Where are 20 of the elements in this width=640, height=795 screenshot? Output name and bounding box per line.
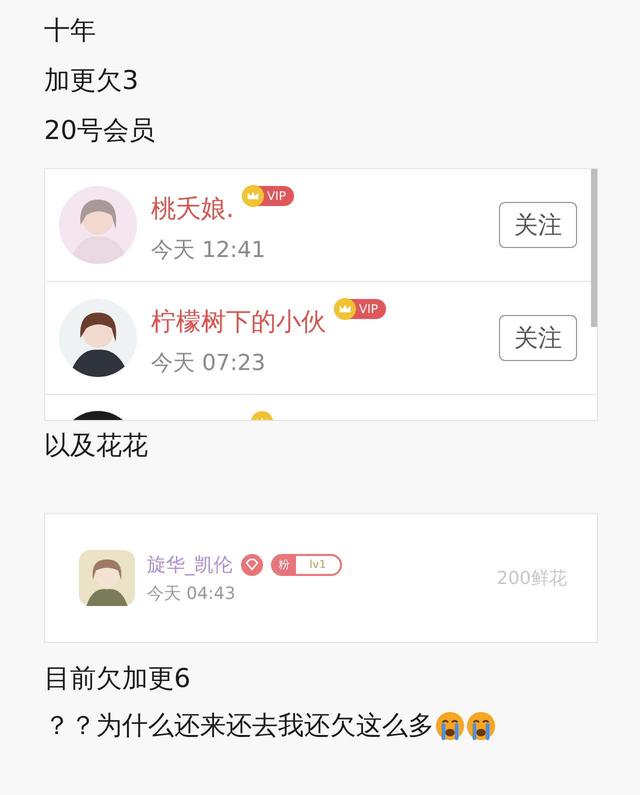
vip-badge: VIP	[334, 298, 386, 318]
post-text: ？？为什么还来还去我还欠这么多	[44, 710, 434, 743]
user-name[interactable]: 旋华_凯伦	[147, 552, 232, 578]
crying-face-icon	[435, 711, 465, 741]
user-name[interactable]: 柠檬树下的小伙	[151, 304, 326, 338]
post-text: 目前欠加更6	[44, 663, 192, 696]
scrollbar[interactable]	[591, 169, 597, 327]
timestamp: 今天 04:43	[147, 582, 236, 604]
post-text: 20号会员	[44, 115, 156, 148]
vip-badge: VIP	[242, 186, 294, 206]
post-text: 加更欠3	[44, 65, 140, 98]
post-text: 十年	[44, 15, 97, 48]
fan-level-badge: 粉 lv1	[270, 554, 342, 576]
follow-button[interactable]: 关注	[499, 202, 577, 248]
user-name[interactable]: 桃夭娘.	[151, 192, 234, 224]
timestamp: 今天 12:41	[151, 236, 266, 264]
follow-button[interactable]: 关注	[499, 315, 577, 361]
timestamp: 今天 07:23	[151, 350, 266, 378]
post-text: 以及花花	[44, 430, 149, 463]
crying-face-icon	[466, 711, 496, 741]
